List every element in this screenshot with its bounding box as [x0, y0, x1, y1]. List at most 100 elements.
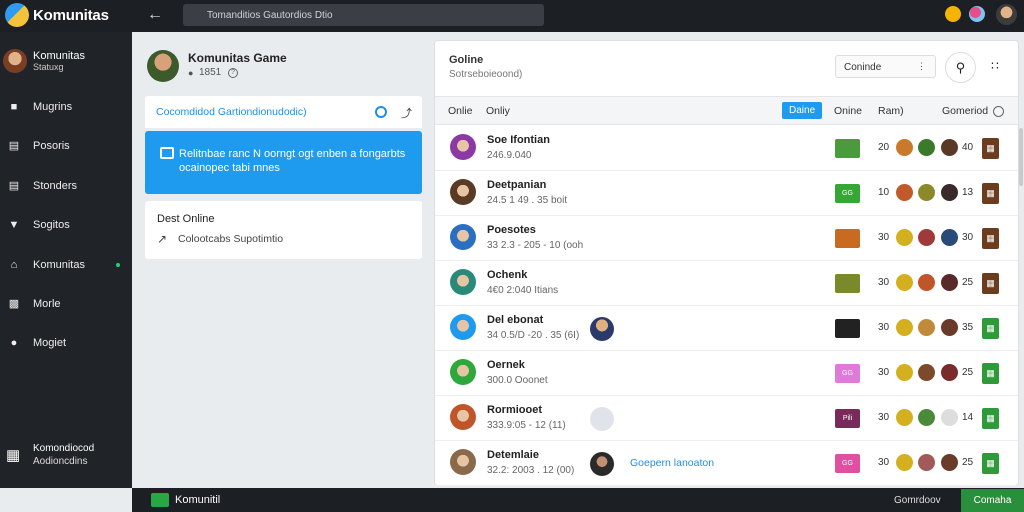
row-count: 30: [878, 277, 890, 288]
row-tag: [835, 274, 860, 293]
table-row[interactable]: Del ebonat 34 0.5/D -20 . 35 (6I) 30 35 ▦: [435, 306, 1018, 351]
column-badge[interactable]: Daine: [782, 102, 823, 119]
table-row[interactable]: Ochenk 4€0 2:040 Itians 30 25 ▦: [435, 261, 1018, 306]
info-icon[interactable]: [993, 106, 1004, 117]
sidebar-item-label: Posoris: [33, 140, 70, 152]
table-row[interactable]: Deetpanian 24.5 1 49 . 35 boit GG 10 13 ▦: [435, 171, 1018, 216]
column-header[interactable]: Onliy: [486, 105, 510, 117]
link-row[interactable]: Cocomdidod Gartiondionudodic) ⤴: [145, 96, 422, 128]
row-name[interactable]: Ochenk: [487, 269, 527, 281]
link-label[interactable]: Cocomdidod Gartiondionudodic): [156, 106, 307, 118]
avatar: [450, 359, 476, 385]
sidebar-item-mugrins[interactable]: ■ Mugrins: [0, 94, 132, 120]
avatar: [450, 224, 476, 250]
home-icon: ⌂: [10, 259, 18, 271]
row-name[interactable]: Oernek: [487, 359, 525, 371]
game-card: Komunitas Game ● 1851 ?: [147, 48, 422, 84]
logo-icon[interactable]: [5, 3, 29, 27]
row-action-icon[interactable]: ▦: [982, 318, 999, 339]
sidebar-item-stonders[interactable]: ▤ Stonders: [0, 173, 132, 199]
main-panel: Goline Sotrseboieoond) Coninde ⋮ ⚲ ∷ Onl…: [435, 41, 1018, 486]
row-action-icon[interactable]: ▦: [982, 453, 999, 474]
sidebar-item-label: Sogitos: [33, 219, 70, 231]
row-name[interactable]: Poesotes: [487, 224, 536, 236]
row-tag: GG: [835, 184, 860, 203]
row-action-icon[interactable]: ▦: [982, 183, 999, 204]
row-action-icon[interactable]: ▦: [982, 228, 999, 249]
active-dot: [116, 263, 120, 267]
placeholder-icon: [590, 407, 614, 431]
row-sub: 300.0 Ooonet: [487, 375, 548, 386]
row-action-icon[interactable]: ▦: [982, 273, 999, 294]
panel-search-button[interactable]: ⚲: [945, 52, 976, 83]
row-name[interactable]: Detemlaie: [487, 449, 539, 461]
hero-icon: [918, 409, 935, 426]
table-row[interactable]: Oernek 300.0 Ooonet GG 30 25 ▦: [435, 351, 1018, 396]
avatar: [3, 49, 27, 73]
row-name[interactable]: Del ebonat: [487, 314, 543, 326]
row-link[interactable]: Goepern lanoaton: [630, 457, 714, 469]
character-icon: [590, 452, 614, 476]
column-header[interactable]: Ram): [878, 105, 904, 117]
sidebar-item-komunitas[interactable]: ⌂ Komunitas: [0, 252, 132, 278]
share-icon[interactable]: ⤴: [401, 105, 412, 121]
online-box[interactable]: Dest Online ↗ Colootcabs Supotimtio: [145, 201, 422, 259]
chart-icon: ▩: [8, 298, 20, 310]
sidebar-footer[interactable]: ▦ Komondiocod Aodioncdins: [6, 441, 126, 471]
row-score: 25: [962, 277, 974, 288]
avatar[interactable]: [996, 4, 1017, 25]
help-icon[interactable]: ?: [228, 68, 238, 78]
row-name[interactable]: Rormiooet: [487, 404, 542, 416]
online-sub: Colootcabs Supotimtio: [178, 233, 284, 245]
row-sub: 246.9.040: [487, 150, 532, 161]
mic-icon: ●: [188, 68, 194, 78]
hero-icon: [941, 409, 958, 426]
column-header[interactable]: Onlie: [448, 105, 473, 117]
refresh-icon[interactable]: [375, 106, 387, 118]
filter-select-value: Coninde: [844, 62, 882, 73]
table-row[interactable]: Soe Ifontian 246.9.040 20 40 ▦: [435, 126, 1018, 171]
sidebar-user-name: Komunitas: [33, 50, 85, 62]
sidebar-item-sogitos[interactable]: ▼ Sogitos: [0, 212, 132, 238]
bottom-action-button[interactable]: Comaha: [961, 489, 1024, 512]
sidebar-item-posoris[interactable]: ▤ Posoris: [0, 133, 132, 159]
column-header[interactable]: Gomeriod: [942, 105, 988, 117]
row-sub: 33 2.3 - 205 - 10 (ooh: [487, 240, 584, 251]
back-icon[interactable]: ←: [145, 5, 165, 25]
shield-icon: ▼: [8, 219, 20, 231]
notification-icon[interactable]: [945, 6, 961, 22]
table-row[interactable]: Poesotes 33 2.3 - 205 - 10 (ooh 30 30 ▦: [435, 216, 1018, 261]
row-sub: 34 0.5/D -20 . 35 (6I): [487, 330, 580, 341]
more-icon[interactable]: ∷: [988, 59, 1002, 73]
row-name[interactable]: Soe Ifontian: [487, 134, 550, 146]
row-tag: Pili: [835, 409, 860, 428]
hero-icon: [896, 409, 913, 426]
sidebar-item-mogiet[interactable]: ● Mogiet: [0, 330, 132, 356]
table-row[interactable]: Rormiooet 333.9:05 - 12 (11) Pili 30 14 ▦: [435, 396, 1018, 441]
avatar: [450, 449, 476, 475]
sidebar-item-label: Komunitas: [33, 259, 85, 271]
column-header[interactable]: Onine: [834, 105, 862, 117]
row-action-icon[interactable]: ▦: [982, 408, 999, 429]
row-score: 40: [962, 142, 974, 153]
scrollbar[interactable]: [1019, 128, 1023, 186]
row-action-icon[interactable]: ▦: [982, 138, 999, 159]
row-action-icon[interactable]: ▦: [982, 363, 999, 384]
row-sub: 32.2: 2003 . 12 (00): [487, 465, 575, 476]
hero-icon: [918, 229, 935, 246]
table-row[interactable]: Detemlaie 32.2: 2003 . 12 (00) GG 30 25 ▦ Goep…: [435, 441, 1018, 486]
row-count: 30: [878, 232, 890, 243]
filter-select[interactable]: Coninde ⋮: [835, 55, 936, 78]
row-name[interactable]: Deetpanian: [487, 179, 546, 191]
row-count: 30: [878, 367, 890, 378]
status-icon[interactable]: [969, 6, 985, 22]
sidebar-item-label: Stonders: [33, 180, 78, 192]
sidebar-item-label: Mugrins: [33, 101, 73, 113]
list-icon: ▤: [8, 180, 20, 192]
chat-icon: [160, 147, 174, 159]
row-score: 14: [962, 412, 974, 423]
hero-icon: [896, 184, 913, 201]
search-input[interactable]: [183, 4, 544, 26]
bottom-bar: Komunitil Gomrdoov Comaha: [132, 488, 1024, 512]
sidebar-item-morle[interactable]: ▩ Morle: [0, 291, 132, 317]
